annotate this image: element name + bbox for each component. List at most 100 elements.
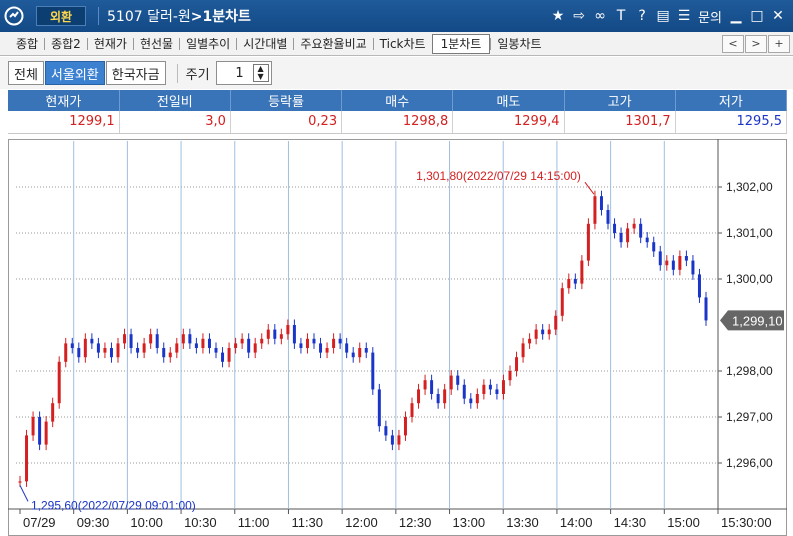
tab-spot-futures[interactable]: 현선물 [132, 37, 179, 50]
tab-1min-chart[interactable]: 1분차트 [431, 33, 491, 54]
price-chart[interactable]: 1,302,00 1,301,00 1,300,00 1,298,00 1,297,00… [8, 139, 787, 536]
header-change: 전일비 [119, 90, 231, 111]
tab-menu: 종합 종합2 현재가 현선물 일별추이 시간대별 주요환율비교 Tick차트 1… [0, 32, 793, 56]
current-price-label: 1,299,10 [732, 313, 783, 328]
candle-body [469, 398, 473, 404]
candle-body [312, 338, 316, 344]
candle-body [305, 338, 309, 348]
app-logo-icon [0, 0, 28, 32]
stepper-arrows-icon[interactable]: ▲ ▼ [252, 64, 269, 82]
candle-body [240, 338, 244, 344]
candle-body [639, 223, 643, 238]
chevron-left-icon[interactable]: < [722, 34, 744, 53]
candle-body [678, 256, 682, 270]
export-icon[interactable]: ⇨ [572, 7, 586, 25]
market-seoul-button[interactable]: 서울외환 [44, 61, 105, 85]
tab-hourly[interactable]: 시간대별 [236, 37, 293, 50]
instrument-name: 5107 달러-원 [107, 9, 191, 25]
candle-body [521, 343, 525, 358]
candle-body [292, 325, 296, 344]
tab-current-price[interactable]: 현재가 [86, 37, 133, 50]
candle-body [515, 357, 519, 371]
tab-summary[interactable]: 종합 [0, 38, 44, 50]
candle-body [645, 237, 649, 243]
candle-body [44, 421, 48, 445]
candle-body [181, 334, 185, 344]
candle-body [168, 352, 172, 358]
candle-body [456, 375, 460, 385]
x-tick-label: 13:30 [506, 515, 539, 530]
candle-body [364, 348, 368, 353]
candle-body [554, 315, 558, 330]
candle-body [25, 435, 29, 482]
x-tick-label: 14:00 [560, 515, 593, 530]
x-tick-label: 15:30:00 [721, 515, 772, 530]
candle-body [214, 348, 218, 353]
candle-body [371, 352, 375, 390]
candle-body [90, 338, 94, 344]
period-stepper[interactable]: 1 ▲ ▼ [215, 61, 272, 85]
tab-daily-chart[interactable]: 일봉차트 [490, 37, 547, 50]
candle-body [129, 334, 133, 348]
x-tick-label: 13:00 [453, 515, 486, 530]
candle-body [632, 223, 636, 229]
print-icon[interactable]: ▤ [656, 7, 670, 25]
candle-body [697, 274, 701, 298]
candle-body [384, 426, 388, 436]
candle-body [77, 348, 81, 358]
candle-body [430, 380, 434, 394]
tab-navigation: < > + [722, 34, 793, 53]
period-value[interactable]: 1 [227, 66, 253, 81]
low-annotation-label: 1,295,60(2022/07/29 09:01:00) [31, 498, 196, 512]
tab-summary2[interactable]: 종합2 [44, 37, 87, 50]
minimize-icon[interactable]: ▁ [729, 7, 743, 25]
candle-body [619, 233, 623, 243]
candle-body [136, 348, 140, 353]
candle-body [691, 260, 695, 275]
title-bar: 외환 5107 달러-원>1분차트 ★ ⇨ ∞ T ? ▤ ☰ 문의 ▁ □ ✕ [0, 0, 793, 32]
list-icon[interactable]: ☰ [677, 7, 691, 25]
inquiry-button[interactable]: 문의 [698, 7, 722, 26]
tab-tick-chart[interactable]: Tick차트 [372, 37, 432, 50]
font-icon[interactable]: T [614, 7, 628, 25]
close-icon[interactable]: ✕ [771, 7, 785, 25]
category-badge[interactable]: 외환 [36, 6, 86, 26]
candle-body [286, 325, 290, 335]
candle-body [221, 352, 225, 362]
x-tick-label: 15:00 [667, 515, 700, 530]
candle-body [541, 329, 545, 335]
tab-daily-trend[interactable]: 일별추이 [179, 37, 236, 50]
header-ask: 매도 [452, 90, 565, 111]
star-icon[interactable]: ★ [551, 7, 565, 25]
chevron-right-icon[interactable]: > [745, 34, 767, 53]
y-tick-label: 1,297,00 [726, 410, 773, 424]
y-tick-label: 1,300,00 [726, 272, 773, 286]
chart-canvas[interactable]: 1,302,00 1,301,00 1,300,00 1,298,00 1,297,00… [8, 139, 787, 536]
x-tick-label: 07/29 [23, 515, 56, 530]
y-tick-label: 1,296,00 [726, 456, 773, 470]
candle-body [188, 334, 192, 344]
x-tick-label: 10:30 [184, 515, 217, 530]
candle-body [534, 329, 538, 339]
candle-body [253, 343, 257, 353]
candle-body [652, 242, 656, 252]
market-korea-money-button[interactable]: 한국자금 [105, 61, 166, 85]
link-icon[interactable]: ∞ [593, 7, 607, 25]
candle-body [260, 338, 264, 344]
candle-body [613, 223, 617, 233]
market-all-button[interactable]: 전체 [8, 61, 44, 85]
option-bar: 전체 서울외환 한국자금 주기 1 ▲ ▼ [0, 57, 793, 89]
candle-body [547, 329, 551, 335]
candle-body [103, 348, 107, 353]
candle-body [234, 343, 238, 348]
tab-major-rates[interactable]: 주요환율비교 [293, 37, 372, 50]
y-tick-label: 1,302,00 [726, 180, 773, 194]
candle-body [390, 435, 394, 445]
maximize-icon[interactable]: □ [750, 7, 764, 25]
candle-body [70, 343, 74, 348]
help-icon[interactable]: ? [635, 7, 649, 25]
header-change-rate: 등락률 [230, 90, 343, 111]
candle-body [149, 334, 153, 344]
header-high: 고가 [564, 90, 676, 111]
add-tab-icon[interactable]: + [768, 34, 790, 53]
